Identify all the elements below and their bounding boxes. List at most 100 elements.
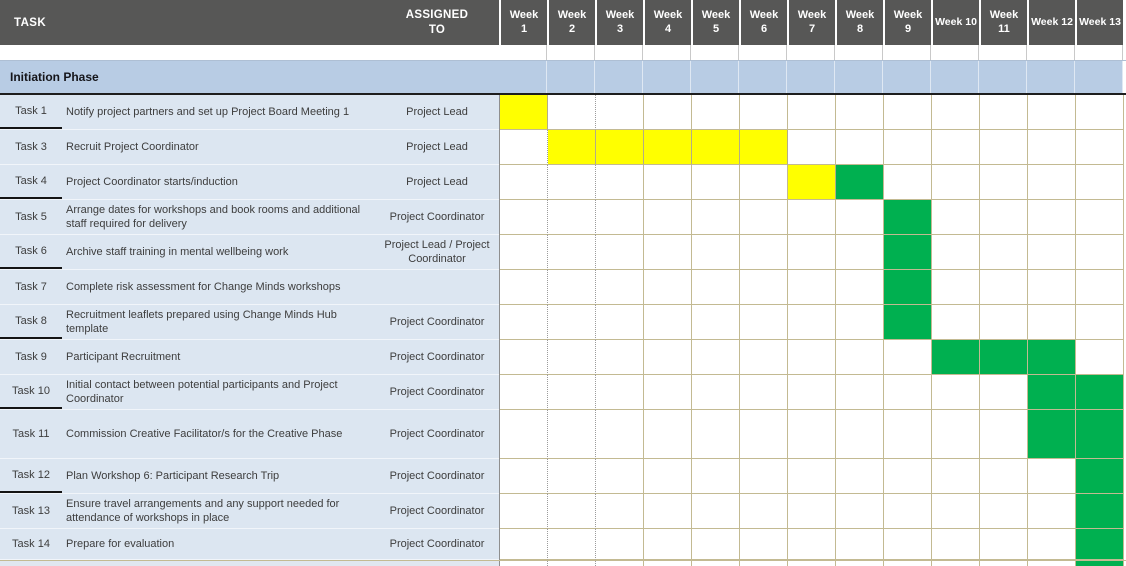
assigned-to-cell[interactable]: Project Lead bbox=[375, 95, 499, 129]
assigned-to-cell[interactable]: Project Coordinator bbox=[375, 459, 499, 493]
task-id-cell[interactable]: Task 1 bbox=[0, 95, 62, 129]
phase-week-cell[interactable] bbox=[691, 61, 739, 93]
week-cell[interactable] bbox=[500, 494, 548, 529]
task-description-cell[interactable]: Notify project partners and set up Proje… bbox=[62, 95, 375, 129]
week-cell[interactable] bbox=[644, 305, 692, 340]
gantt-bar-cell[interactable] bbox=[884, 235, 932, 270]
gantt-bar-cell[interactable] bbox=[1028, 410, 1076, 459]
week-cell[interactable] bbox=[692, 305, 740, 340]
phase-week-cell[interactable] bbox=[835, 61, 883, 93]
week-cell[interactable] bbox=[644, 529, 692, 560]
week-cell[interactable] bbox=[500, 235, 548, 270]
week-cell[interactable] bbox=[644, 165, 692, 200]
week-cell[interactable] bbox=[980, 95, 1028, 130]
spacer-cell[interactable] bbox=[835, 45, 883, 60]
task-description-cell[interactable]: Participant Recruitment bbox=[62, 340, 375, 374]
week-cell[interactable] bbox=[740, 529, 788, 560]
task-id-cell[interactable]: Task 3 bbox=[0, 130, 62, 164]
gantt-bar-cell[interactable] bbox=[500, 95, 548, 130]
week-column-header[interactable]: Week 12 bbox=[1027, 0, 1075, 45]
task-description-cell[interactable]: Arrange dates for workshops and book roo… bbox=[62, 200, 375, 234]
week-cell[interactable] bbox=[1028, 200, 1076, 235]
week-cell[interactable] bbox=[932, 561, 980, 566]
week-cell[interactable] bbox=[980, 200, 1028, 235]
spacer-cell[interactable] bbox=[1027, 45, 1075, 60]
task-id-cell[interactable]: Task 5 bbox=[0, 200, 62, 234]
week-cell[interactable] bbox=[500, 340, 548, 375]
week-cell[interactable] bbox=[1028, 529, 1076, 560]
gantt-bar-cell[interactable] bbox=[836, 165, 884, 200]
gantt-bar-cell[interactable] bbox=[1076, 494, 1124, 529]
week-cell[interactable] bbox=[1028, 130, 1076, 165]
week-cell[interactable] bbox=[548, 200, 596, 235]
week-cell[interactable] bbox=[884, 459, 932, 494]
week-cell[interactable] bbox=[740, 459, 788, 494]
week-cell[interactable] bbox=[692, 375, 740, 410]
week-cell[interactable] bbox=[836, 340, 884, 375]
week-cell[interactable] bbox=[884, 410, 932, 459]
spacer-cell[interactable] bbox=[499, 45, 547, 60]
week-cell[interactable] bbox=[836, 95, 884, 130]
week-cell[interactable] bbox=[644, 270, 692, 305]
assigned-to-cell[interactable]: Project Coordinator bbox=[375, 200, 499, 234]
week-cell[interactable] bbox=[932, 130, 980, 165]
task-description-cell[interactable]: Initial contact between potential partic… bbox=[62, 375, 375, 409]
week-cell[interactable] bbox=[1076, 270, 1124, 305]
week-cell[interactable] bbox=[1028, 459, 1076, 494]
week-cell[interactable] bbox=[644, 561, 692, 566]
week-column-header[interactable]: Week 4 bbox=[643, 0, 691, 45]
week-cell[interactable] bbox=[884, 165, 932, 200]
assigned-to-column-header[interactable]: ASSIGNED TO bbox=[375, 8, 499, 38]
week-cell[interactable] bbox=[1028, 270, 1076, 305]
task-description-cell[interactable]: Commission Creative Facilitator/s for th… bbox=[62, 410, 375, 458]
week-cell[interactable] bbox=[932, 165, 980, 200]
assigned-to-cell[interactable]: Project Coordinator bbox=[375, 529, 499, 559]
week-cell[interactable] bbox=[500, 561, 548, 566]
week-cell[interactable] bbox=[1076, 340, 1124, 375]
week-cell[interactable] bbox=[692, 95, 740, 130]
week-cell[interactable] bbox=[548, 459, 596, 494]
week-cell[interactable] bbox=[1028, 165, 1076, 200]
week-cell[interactable] bbox=[1076, 130, 1124, 165]
week-cell[interactable] bbox=[788, 235, 836, 270]
assigned-to-cell[interactable]: Project Lead bbox=[375, 165, 499, 199]
week-cell[interactable] bbox=[932, 459, 980, 494]
week-cell[interactable] bbox=[836, 375, 884, 410]
gantt-bar-cell[interactable] bbox=[1028, 375, 1076, 410]
week-column-header[interactable]: Week 3 bbox=[595, 0, 643, 45]
week-column-header[interactable]: Week 10 bbox=[931, 0, 979, 45]
task-id-cell[interactable]: Task 13 bbox=[0, 494, 62, 528]
phase-week-cell[interactable] bbox=[1027, 61, 1075, 93]
task-id-cell[interactable]: Task 11 bbox=[0, 410, 62, 458]
week-cell[interactable] bbox=[1076, 165, 1124, 200]
task-id-cell[interactable]: Task 4 bbox=[0, 165, 62, 199]
week-cell[interactable] bbox=[788, 410, 836, 459]
week-cell[interactable] bbox=[788, 375, 836, 410]
week-cell[interactable] bbox=[692, 165, 740, 200]
week-column-header[interactable]: Week 2 bbox=[547, 0, 595, 45]
week-cell[interactable] bbox=[692, 340, 740, 375]
gantt-bar-cell[interactable] bbox=[884, 305, 932, 340]
gantt-bar-cell[interactable] bbox=[980, 340, 1028, 375]
week-cell[interactable] bbox=[692, 200, 740, 235]
gantt-bar-cell[interactable] bbox=[1076, 529, 1124, 560]
phase-week-cell[interactable] bbox=[1075, 61, 1123, 93]
spacer-cell[interactable] bbox=[979, 45, 1027, 60]
week-cell[interactable] bbox=[884, 130, 932, 165]
week-cell[interactable] bbox=[740, 165, 788, 200]
week-cell[interactable] bbox=[836, 561, 884, 566]
week-cell[interactable] bbox=[788, 200, 836, 235]
week-cell[interactable] bbox=[1028, 305, 1076, 340]
gantt-bar-cell[interactable] bbox=[1028, 340, 1076, 375]
week-cell[interactable] bbox=[740, 340, 788, 375]
week-column-header[interactable]: Week 1 bbox=[499, 0, 547, 45]
spacer-cell[interactable] bbox=[883, 45, 931, 60]
week-cell[interactable] bbox=[932, 305, 980, 340]
week-cell[interactable] bbox=[500, 165, 548, 200]
week-cell[interactable] bbox=[596, 165, 644, 200]
phase-week-cell[interactable] bbox=[979, 61, 1027, 93]
week-cell[interactable] bbox=[980, 529, 1028, 560]
assigned-to-cell[interactable]: Project Coordinator bbox=[375, 494, 499, 528]
gantt-bar-cell[interactable] bbox=[1076, 459, 1124, 494]
gantt-bar-cell[interactable] bbox=[644, 130, 692, 165]
